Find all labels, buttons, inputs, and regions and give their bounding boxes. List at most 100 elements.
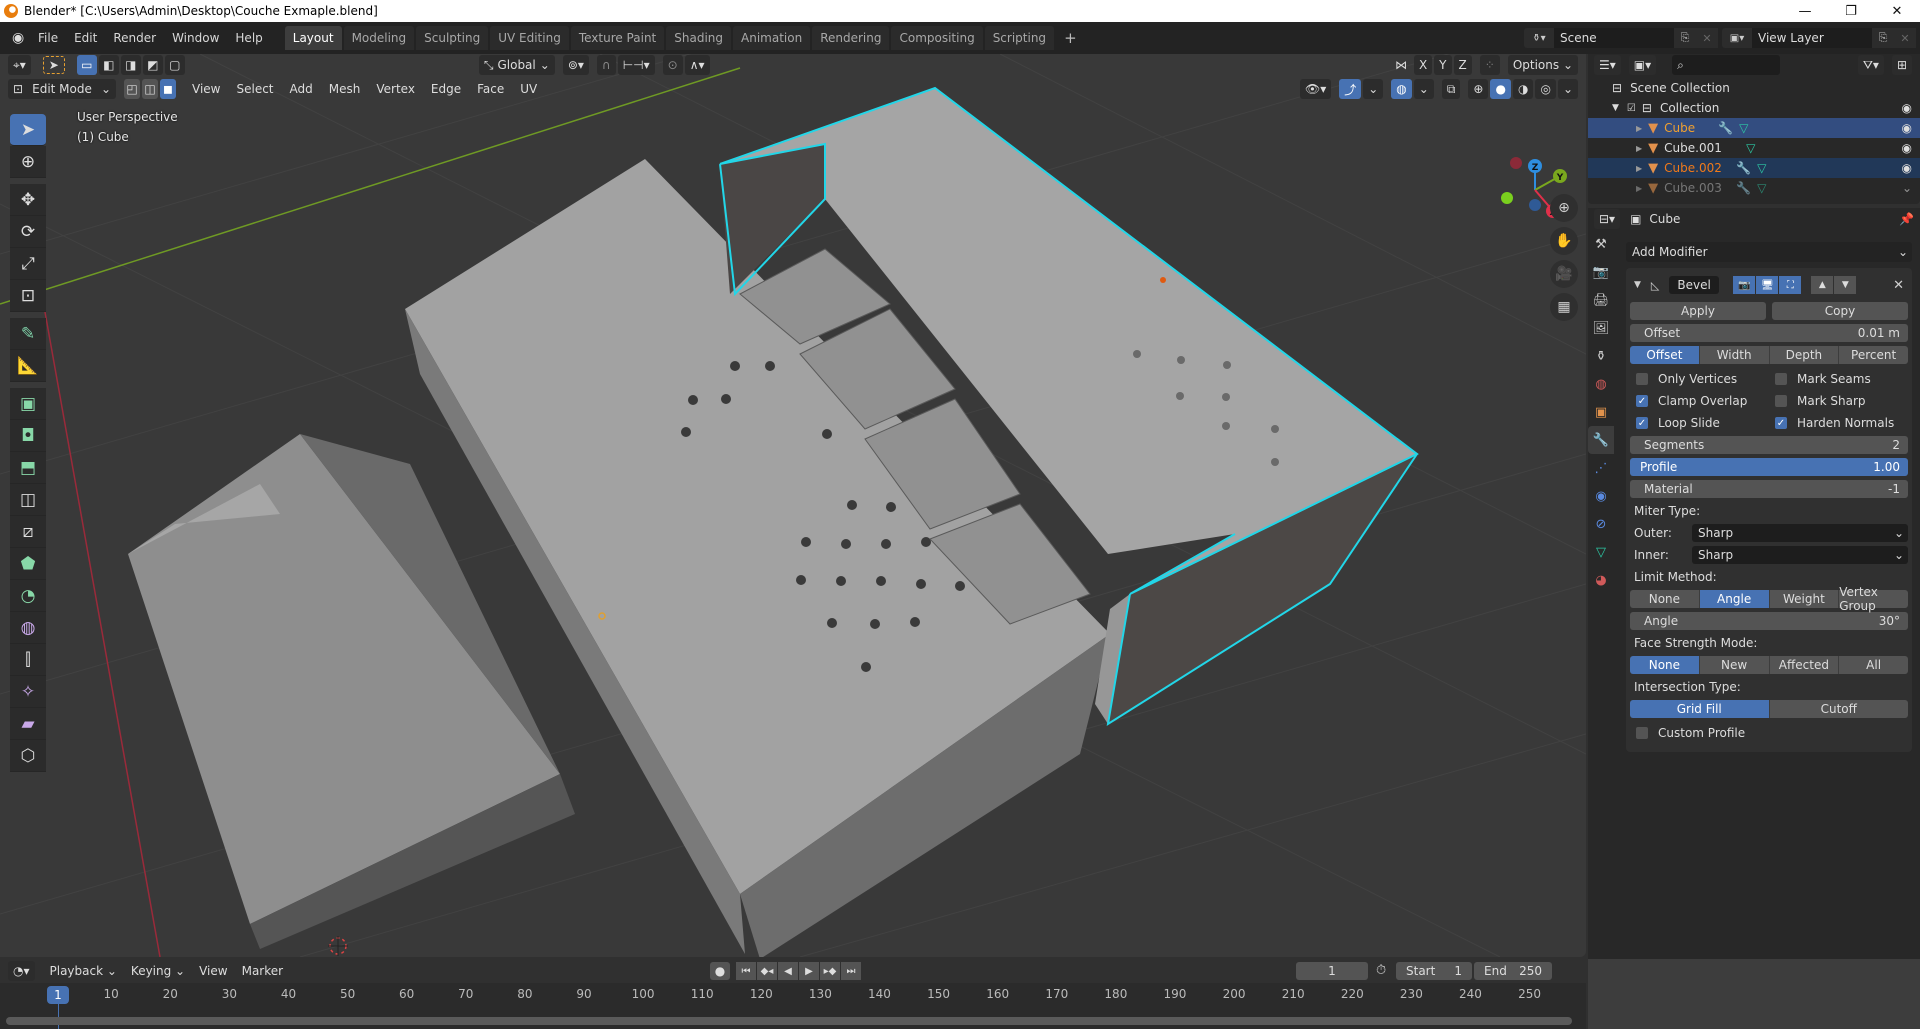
outliner-item-cube-001[interactable]: ▶ ▼ Cube.001 ▽ ◉	[1588, 138, 1920, 158]
new-scene-icon[interactable]: ⎘	[1674, 28, 1696, 48]
expand-icon[interactable]: ▶	[1636, 124, 1642, 133]
gizmo-neg-z[interactable]	[1529, 199, 1541, 211]
menu-add[interactable]: Add	[282, 82, 321, 96]
cursor-tool-icon[interactable]: ⊕	[10, 146, 46, 178]
intersection-grid-fill[interactable]: Grid Fill	[1630, 700, 1770, 718]
snap-target-icon[interactable]: ⊢⊣▾	[617, 55, 655, 75]
gizmo-neg-x[interactable]	[1510, 157, 1522, 169]
intersection-cutoff[interactable]: Cutoff	[1769, 700, 1908, 718]
show-in-render-icon[interactable]: 📷	[1733, 276, 1756, 294]
outliner-item-cube[interactable]: ▶ ▼ Cube 🔧 ▽ ◉	[1588, 118, 1920, 138]
next-keyframe-icon[interactable]: ▸◆	[820, 962, 840, 980]
face-strength-all[interactable]: All	[1839, 656, 1908, 674]
new-view-layer-icon[interactable]: ⎘	[1872, 28, 1894, 48]
menu-mesh[interactable]: Mesh	[321, 82, 369, 96]
extrude-tool-icon[interactable]: ▣	[10, 388, 46, 420]
remove-modifier-icon[interactable]: ✕	[1893, 278, 1904, 293]
show-overlays-icon[interactable]: ◍	[1391, 79, 1412, 99]
rip-tool-icon[interactable]: ⬡	[10, 740, 46, 772]
blender-logo-icon[interactable]: ◉	[4, 30, 30, 46]
outer-miter-dropdown[interactable]: Sharp ⌄	[1692, 524, 1908, 542]
outliner-item-cube-002[interactable]: ▶ ▼ Cube.002 🔧 ▽ ◉	[1588, 158, 1920, 178]
expand-icon[interactable]: ▶	[1636, 184, 1642, 193]
inner-miter-dropdown[interactable]: Sharp ⌄	[1692, 546, 1908, 564]
auto-merge-icon[interactable]: ⁘	[1479, 55, 1500, 75]
scale-tool-icon[interactable]: ⤢	[10, 248, 46, 280]
grid-icon[interactable]: ▦	[1550, 293, 1578, 321]
gizmo-neg-y[interactable]	[1501, 192, 1513, 204]
menu-select[interactable]: Select	[228, 82, 281, 96]
delete-view-layer-icon[interactable]: ✕	[1894, 28, 1916, 48]
wireframe-shading-icon[interactable]: ⊕	[1468, 79, 1489, 99]
segments-field[interactable]: Segments 2	[1630, 436, 1908, 454]
mirror-icon[interactable]: ⋈	[1390, 55, 1412, 75]
tab-layout[interactable]: Layout	[284, 26, 342, 50]
pivot-point-icon[interactable]: ⊚▾	[562, 55, 589, 75]
shear-tool-icon[interactable]: ▰	[10, 708, 46, 740]
modifier-tab-icon[interactable]: 🔧	[1588, 426, 1614, 454]
rendered-shading-icon[interactable]: ◎	[1535, 79, 1556, 99]
select-new-mode-icon[interactable]: ▭	[76, 55, 97, 75]
eye-icon[interactable]: ◉	[1902, 121, 1912, 135]
mesh-data-icon[interactable]: ▽	[1739, 121, 1748, 135]
outliner-collection[interactable]: ▼ ☑ ⊟ Collection ◉	[1588, 98, 1920, 118]
snap-toggle-icon[interactable]: ∩	[596, 55, 616, 75]
timeline[interactable]: ◔▾ Playback ⌄ Keying ⌄ View Marker ● ⏮ ◆…	[0, 959, 1586, 1029]
material-tab-icon[interactable]: ◕	[1588, 566, 1614, 594]
move-down-icon[interactable]: ▼	[1834, 276, 1857, 294]
mark-seams-checkbox[interactable]: Mark Seams	[1769, 370, 1908, 388]
world-tab-icon[interactable]: ◍	[1588, 370, 1614, 398]
mesh-data-icon[interactable]: ▽	[1757, 181, 1766, 195]
mirror-y-button[interactable]: Y	[1434, 55, 1452, 75]
scene-icon[interactable]: ⚱▾	[1524, 28, 1554, 48]
object-tab-icon[interactable]: ▣	[1588, 398, 1614, 426]
shading-dropdown-icon[interactable]: ⌄	[1557, 79, 1578, 99]
jump-end-icon[interactable]: ⏭	[841, 962, 861, 980]
bevel-tool-icon[interactable]: ⬒	[10, 452, 46, 484]
expand-icon[interactable]: ▶	[1636, 164, 1642, 173]
width-type-offset[interactable]: Offset	[1630, 346, 1700, 364]
limit-weight[interactable]: Weight	[1769, 590, 1840, 608]
display-mode-icon[interactable]: ▣▾	[1628, 55, 1657, 75]
wrench-modifier-icon[interactable]: 🔧	[1718, 121, 1733, 135]
knife-tool-icon[interactable]: ⧄	[10, 516, 46, 548]
new-collection-icon[interactable]: ⊞	[1891, 55, 1912, 75]
edge-select-mode-icon[interactable]: ◫	[142, 79, 158, 99]
menu-view[interactable]: View	[184, 82, 228, 96]
face-strength-none[interactable]: None	[1630, 656, 1700, 674]
eye-icon[interactable]: ◉	[1902, 141, 1912, 155]
filter-icon[interactable]: ⛛▾	[1857, 55, 1884, 75]
timeline-editor-type-icon[interactable]: ◔▾	[8, 961, 35, 981]
menu-timeline-view[interactable]: View	[192, 964, 234, 978]
frame-ruler[interactable]: 10 20 30 40 50 60 70 80 90 100 110 120 130 140 150 160 1…	[0, 987, 1586, 1003]
options-dropdown[interactable]: Options ⌄	[1507, 55, 1578, 75]
move-tool-icon[interactable]: ✥	[10, 184, 46, 216]
show-in-editmode-icon[interactable]: ⛶	[1779, 276, 1802, 294]
solid-shading-icon[interactable]: ●	[1490, 79, 1511, 99]
viewport-scene[interactable]: Z Y X	[0, 54, 1586, 957]
tab-sculpting[interactable]: Sculpting	[416, 26, 489, 50]
close-button[interactable]: ✕	[1874, 0, 1920, 22]
profile-slider[interactable]: Profile 1.00	[1630, 458, 1908, 476]
limit-vertex-group[interactable]: Vertex Group	[1839, 585, 1908, 613]
width-type-depth[interactable]: Depth	[1769, 346, 1840, 364]
select-subtract-mode-icon[interactable]: ◨	[120, 55, 141, 75]
pan-hand-icon[interactable]: ✋	[1550, 227, 1578, 255]
face-strength-new[interactable]: New	[1699, 656, 1770, 674]
loop-slide-checkbox[interactable]: ✓ Loop Slide	[1630, 414, 1769, 432]
material-field[interactable]: Material -1	[1630, 480, 1908, 498]
timeline-scrollbar[interactable]	[6, 1017, 1572, 1025]
outliner-scene-collection[interactable]: ⊟ Scene Collection	[1588, 78, 1920, 98]
maximize-button[interactable]: ❐	[1828, 0, 1874, 22]
modifier-name-field[interactable]: Bevel	[1669, 276, 1720, 294]
menu-window[interactable]: Window	[164, 31, 227, 45]
limit-none[interactable]: None	[1630, 590, 1700, 608]
eye-icon[interactable]: ◉	[1902, 101, 1912, 115]
view-layer-name-field[interactable]: View Layer	[1752, 28, 1872, 48]
scroll-down-icon[interactable]: ⌄	[1902, 181, 1912, 195]
editor-type-icon[interactable]: ⌖▾	[8, 55, 31, 75]
loop-cut-tool-icon[interactable]: ◫	[10, 484, 46, 516]
mesh-data-icon[interactable]: ▽	[1746, 141, 1755, 155]
minimize-button[interactable]: —	[1782, 0, 1828, 22]
expand-triangle-icon[interactable]: ▼	[1612, 103, 1619, 113]
